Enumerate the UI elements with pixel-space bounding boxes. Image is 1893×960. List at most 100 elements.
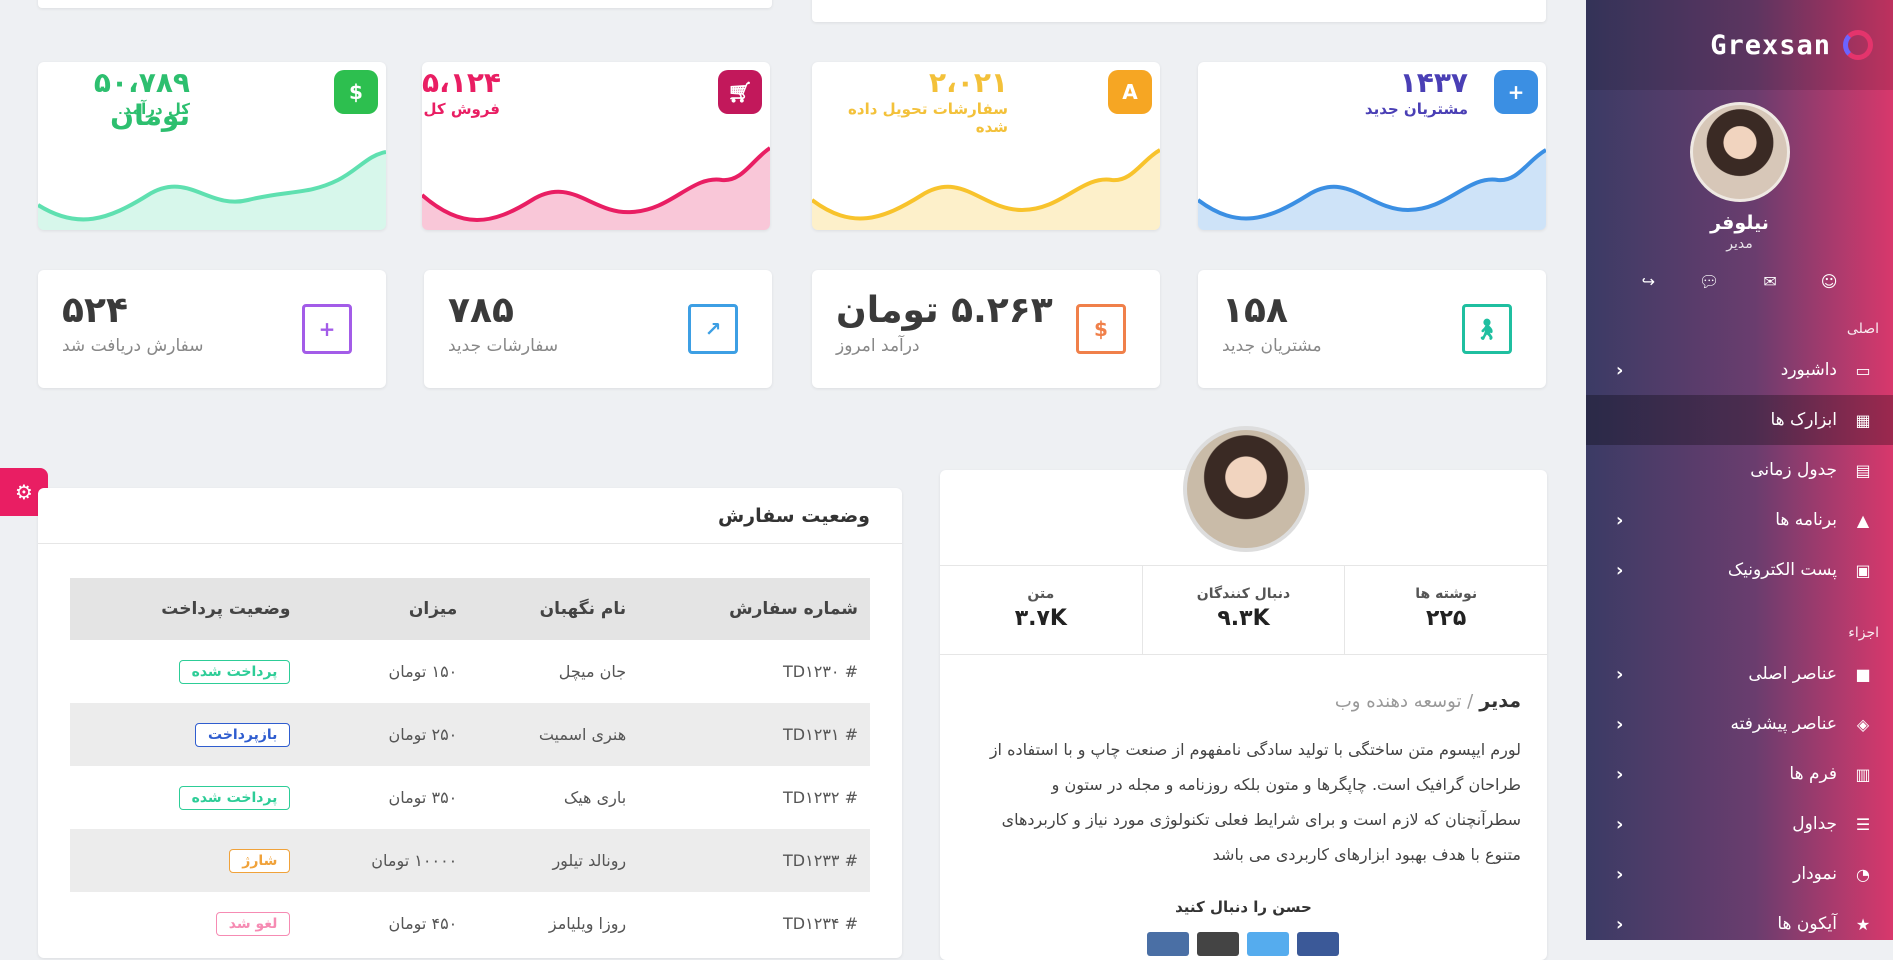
brand[interactable]: Grexsan [1586, 0, 1893, 90]
sidebar-item-forms[interactable]: ▥ فرم ها ‹ [1586, 749, 1893, 799]
social-buttons [1147, 932, 1339, 956]
profile-stats: نوشته ها ۲۲۵ دنبال کنندگان ۹.۳K متن ۳.۷K [940, 565, 1547, 655]
mail-icon[interactable]: ✉ [1763, 272, 1776, 291]
order-amount: ۳۵۰ تومان [388, 788, 458, 807]
avatar[interactable] [1689, 102, 1790, 202]
sidebar-section-components: اجزاء [1848, 625, 1879, 641]
status-badge: بازپرداخت [195, 722, 291, 747]
stat-text: متن ۳.۷K [1014, 586, 1067, 631]
profile-actions: ↪ 💬︎ ✉ ☺ [1586, 272, 1893, 291]
user-icon[interactable]: ☺ [1821, 272, 1838, 291]
wave-card-delivered-orders: A ۲،۰۲۱ سفارشات تحویل داده شده [812, 62, 1160, 230]
wave-card-value: ۱۴۳۷ [1399, 66, 1468, 99]
table-icon: ☰ [1855, 814, 1871, 834]
order-id: # TD۱۲۳۴ [783, 914, 858, 933]
sidebar-item-charts[interactable]: ◔ نمودار ‹ [1586, 849, 1893, 899]
sidebar-item-email[interactable]: ▣ پست الکترونیک ‹ [1586, 545, 1893, 595]
order-id: # TD۱۲۳۳ [638, 829, 870, 892]
column-header: میزان [302, 578, 470, 640]
mini-card-label: مشتریان جدید [1222, 336, 1322, 356]
stat-posts: نوشته ها ۲۲۵ [1344, 566, 1547, 654]
chevron-left-icon: ‹ [1616, 913, 1624, 935]
chevron-left-icon: ‹ [1616, 813, 1624, 835]
mini-card-value: ۱۵۸ [1222, 290, 1288, 331]
role-label: مدیر [1479, 690, 1521, 712]
wave-card-value: ۵،۱۲۴ [422, 66, 501, 99]
sidebar-item-dashboard[interactable]: ▭ داشبورد ‹ [1586, 345, 1893, 395]
wave-chart [812, 148, 1160, 230]
wave-card-label: مشتریان جدید [1364, 100, 1468, 118]
table-row: # TD۱۲۳۰ جان میچل ۱۵۰ تومان پرداخت شده [70, 640, 870, 703]
chevron-left-icon: ‹ [1616, 763, 1624, 785]
sidebar-item-widgets[interactable]: ▦ ابزارک ها [1586, 395, 1893, 445]
order-id: # TD۱۲۳۲ [783, 788, 858, 807]
chevron-left-icon: ‹ [1616, 663, 1624, 685]
person-walking-icon: 🚶︎ [1462, 304, 1512, 354]
sidebar-item-basic-elements[interactable]: ■ عناصر اصلی ‹ [1586, 649, 1893, 699]
status-badge: لغو شد [215, 911, 291, 936]
social-button[interactable] [1197, 932, 1239, 956]
chevron-left-icon: ‹ [1616, 863, 1624, 885]
column-header: نام نگهبان [469, 578, 639, 640]
sidebar-profile: نیلوفر مدیر ↪ 💬︎ ✉ ☺ [1586, 90, 1893, 291]
brand-name: Grexsan [1710, 29, 1831, 61]
sidebar-section-main: اصلی [1846, 321, 1879, 337]
wave-card-label: کل درآمد [123, 100, 190, 118]
follow-text: حسن را دنبال کنید [1175, 898, 1312, 916]
order-amount: ۴۵۰ تومان [388, 914, 458, 933]
order-amount: ۱۵۰ تومان [388, 662, 458, 681]
share-icon[interactable]: ↪ [1642, 272, 1655, 291]
chevron-left-icon: ‹ [1616, 359, 1624, 381]
mini-card-label: سفارش دریافت شد [62, 336, 204, 356]
profile-bio: لورم ایپسوم متن ساختگی با تولید سادگی نا… [989, 740, 1521, 864]
chat-icon[interactable]: 💬︎ [1699, 272, 1719, 291]
social-button[interactable] [1297, 932, 1339, 956]
top-card-partial [812, 0, 1546, 22]
wave-chart [38, 150, 386, 230]
mini-card-value: ۷۸۵ [448, 290, 514, 331]
chevron-left-icon: ‹ [1616, 713, 1624, 735]
order-status-title: وضعیت سفارش [38, 488, 902, 544]
status-badge: پرداخت شده [178, 785, 291, 810]
profile-card: نوشته ها ۲۲۵ دنبال کنندگان ۹.۳K متن ۳.۷K… [940, 426, 1547, 960]
wave-card-total-sales: 🛒︎ ۵،۱۲۴ فروش کل [422, 62, 770, 230]
mini-card-value: ۵۲۴ [62, 290, 128, 331]
mini-card-new-customers: 🚶︎ ۱۵۸ مشتریان جدید [1198, 270, 1546, 388]
wave-chart [422, 146, 770, 230]
wave-card-label: فروش کل [423, 100, 500, 118]
wave-card-total-revenue: $ ۵۰،۷۸۹ تومان کل درآمد [38, 62, 386, 230]
mini-card-label: درآمد امروز [836, 336, 920, 356]
column-header: وضعیت پرداخت [70, 578, 303, 640]
stat-followers: دنبال کنندگان ۹.۳K [1141, 566, 1345, 654]
brand-logo-icon [1843, 30, 1873, 60]
apps-icon: ▲ [1856, 510, 1870, 530]
chevron-left-icon: ‹ [1616, 559, 1624, 581]
mini-card-value: ۵.۲۶۳ تومان [836, 290, 1053, 331]
order-status-table: شماره سفارش نام نگهبان میزان وضعیت پرداخ… [70, 578, 870, 955]
guardian-name: باری هیک [563, 788, 627, 807]
gear-icon: ⚙ [15, 480, 33, 504]
wave-chart [1198, 148, 1546, 230]
wave-card-label: سفارشات تحویل داده شده [848, 100, 1008, 136]
social-button[interactable] [1147, 932, 1189, 956]
sidebar-item-apps[interactable]: ▲ برنامه ها ‹ [1586, 495, 1893, 545]
social-button[interactable] [1247, 932, 1289, 956]
order-id: # TD۱۲۳۰ [783, 662, 858, 681]
status-badge: پرداخت شده [178, 659, 291, 684]
top-card-partial [38, 0, 772, 8]
sidebar-item-calendar[interactable]: ▤ جدول زمانی [1586, 445, 1893, 495]
chart-icon: ◔ [1856, 864, 1870, 884]
order-status-card: وضعیت سفارش شماره سفارش نام نگهبان میزان… [38, 488, 902, 958]
calendar-icon: ▤ [1855, 460, 1871, 480]
trend-icon: ↗ [688, 304, 738, 354]
briefcase-icon: ■ [1855, 664, 1871, 684]
guardian-name: رونالد تیلور [469, 829, 639, 892]
cart-plus-icon: + [302, 304, 352, 354]
avatar [1183, 426, 1309, 552]
sidebar-item-icons[interactable]: ★ آیکون ها ‹ [1586, 899, 1893, 940]
sidebar-item-advanced-elements[interactable]: ◈ عناصر پیشرفته ‹ [1586, 699, 1893, 749]
monitor-icon: ▭ [1855, 360, 1871, 380]
mini-card-today-revenue: $ ۵.۲۶۳ تومان درآمد امروز [812, 270, 1160, 388]
role-title: توسعه دهنده وب [1334, 691, 1462, 712]
sidebar-item-tables[interactable]: ☰ جداول ‹ [1586, 799, 1893, 849]
